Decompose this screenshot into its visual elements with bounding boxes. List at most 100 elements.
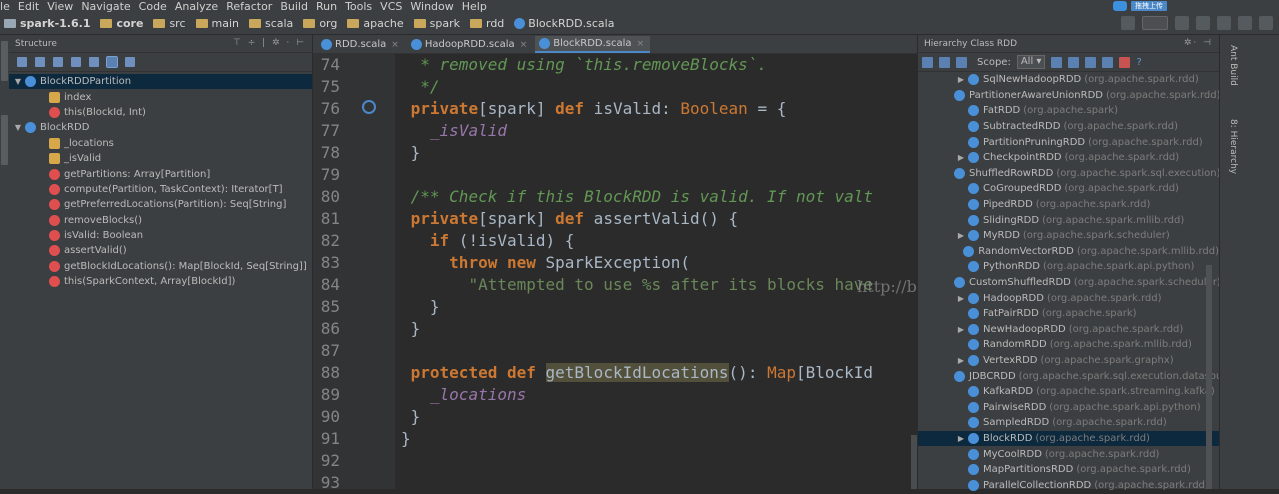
menu-ile[interactable]: ile xyxy=(0,0,10,13)
hierarchy-item[interactable]: ▶ NewHadoopRDD (org.apache.spark.rdd) xyxy=(918,322,1219,338)
close-tab-icon[interactable]: × xyxy=(637,39,645,49)
structure-item[interactable]: this(SparkContext, Array[BlockId]) xyxy=(9,274,312,289)
hierarchy-item[interactable]: FatRDD (org.apache.spark) xyxy=(918,103,1219,119)
menu-code[interactable]: Code xyxy=(139,0,167,13)
expand-arrow-icon[interactable]: ▶ xyxy=(954,434,968,443)
stop-icon[interactable] xyxy=(1217,16,1231,30)
breadcrumb-item[interactable]: core xyxy=(100,17,143,30)
filter-icon[interactable] xyxy=(35,57,45,67)
show-fields-icon[interactable] xyxy=(53,57,63,67)
breadcrumb-item[interactable]: spark xyxy=(413,17,460,30)
code-area[interactable]: 74 * removed using `this.removeBlocks`. 7… xyxy=(313,54,917,492)
hierarchy-item[interactable]: MyCoolRDD (org.apache.spark.rdd) xyxy=(918,446,1219,462)
hierarchy-item[interactable]: ParallelCollectionRDD (org.apache.spark.r… xyxy=(918,477,1219,493)
build-icon[interactable] xyxy=(1121,16,1135,30)
hierarchy-tab[interactable]: 8: Hierarchy xyxy=(1224,119,1238,174)
ant-build-tab[interactable]: Ant Build xyxy=(1224,45,1238,86)
close-tab-icon[interactable]: × xyxy=(391,40,399,50)
tab-hadooprdd-scala[interactable]: HadoopRDD.scala × xyxy=(406,36,534,53)
hierarchy-item[interactable]: SubtractedRDD (org.apache.spark.rdd) xyxy=(918,119,1219,135)
refresh-icon[interactable] xyxy=(1051,56,1063,68)
hierarchy-item[interactable]: PairwiseRDD (org.apache.spark.api.python) xyxy=(918,399,1219,415)
breadcrumb-item[interactable]: rdd xyxy=(469,17,504,30)
hierarchy-item[interactable]: ▶ CheckpointRDD (org.apache.spark.rdd) xyxy=(918,150,1219,166)
structure-item[interactable]: assertValid() xyxy=(9,243,312,258)
menu-refactor[interactable]: Refactor xyxy=(226,0,272,13)
menu-navigate[interactable]: Navigate xyxy=(81,0,130,13)
hierarchy-item[interactable]: CustomShuffledRDD (org.apache.spark.sched… xyxy=(918,275,1219,291)
hierarchy-item[interactable]: PartitionPruningRDD (org.apache.spark.rdd… xyxy=(918,134,1219,150)
menu-window[interactable]: Window xyxy=(410,0,453,13)
export-icon[interactable] xyxy=(1068,56,1080,68)
sort-alpha-icon[interactable] xyxy=(17,57,27,67)
help-icon[interactable]: ? xyxy=(1136,57,1141,68)
menu-edit[interactable]: Edit xyxy=(18,0,39,13)
breadcrumb-item[interactable]: spark-1.6.1 xyxy=(4,17,90,30)
structure-item[interactable]: ▼ BlockRDDPartition xyxy=(9,74,312,90)
supertypes-icon[interactable] xyxy=(939,56,950,68)
menu-run[interactable]: Run xyxy=(316,0,337,13)
panel-controls-icon[interactable]: ⊤ ÷ | ✲ · ⊢ xyxy=(233,38,306,48)
menu-tools[interactable]: Tools xyxy=(345,0,372,13)
expand-arrow-icon[interactable]: ▶ xyxy=(954,294,968,303)
type-hierarchy-icon[interactable] xyxy=(922,56,933,68)
close-icon[interactable] xyxy=(1119,56,1131,68)
hierarchy-item[interactable]: ▶ HadoopRDD (org.apache.spark.rdd) xyxy=(918,290,1219,306)
structure-item[interactable]: index xyxy=(9,89,312,104)
expand-arrow-icon[interactable]: ▶ xyxy=(954,325,968,334)
hierarchy-item[interactable]: RandomRDD (org.apache.spark.mllib.rdd) xyxy=(918,337,1219,353)
structure-item[interactable]: getPreferredLocations(Partition): Seq[St… xyxy=(9,197,312,212)
upload-widget[interactable]: 拖拽上传 xyxy=(1113,0,1167,12)
search-icon[interactable] xyxy=(1259,16,1273,30)
expand-arrow-icon[interactable]: ▶ xyxy=(954,153,968,162)
structure-item[interactable]: getBlockIdLocations(): Map[BlockId, Seq[… xyxy=(9,259,312,274)
hierarchy-item[interactable]: CoGroupedRDD (org.apache.spark.rdd) xyxy=(918,181,1219,197)
breadcrumb-item[interactable]: org xyxy=(303,17,337,30)
structure-item[interactable]: getPartitions: Array[Partition] xyxy=(9,166,312,181)
breadcrumb-item[interactable]: scala xyxy=(248,17,293,30)
hierarchy-item[interactable]: ▶ BlockRDD (org.apache.spark.rdd) xyxy=(918,430,1219,447)
hierarchy-scrollbar[interactable] xyxy=(1206,265,1212,489)
run-config-dropdown[interactable] xyxy=(1142,16,1168,30)
hierarchy-item[interactable]: PythonRDD (org.apache.spark.api.python) xyxy=(918,259,1219,275)
hierarchy-item[interactable]: PipedRDD (org.apache.spark.rdd) xyxy=(918,197,1219,213)
hierarchy-item[interactable]: PartitionerAwareUnionRDD (org.apache.spar… xyxy=(918,88,1219,104)
menu-build[interactable]: Build xyxy=(280,0,308,13)
debug-icon[interactable] xyxy=(1196,16,1210,30)
expand-arrow-icon[interactable]: ▶ xyxy=(954,231,968,240)
project-structure-icon[interactable] xyxy=(1238,16,1252,30)
hierarchy-item[interactable]: KafkaRDD (org.apache.spark.streaming.kafk… xyxy=(918,384,1219,400)
structure-item[interactable]: removeBlocks() xyxy=(9,213,312,228)
hierarchy-item[interactable]: ▶ SqlNewHadoopRDD (org.apache.spark.rdd) xyxy=(918,72,1219,88)
collapse-all-icon[interactable] xyxy=(89,57,99,67)
scope-select[interactable]: All ▾ xyxy=(1016,55,1046,69)
tab-blockrdd-scala[interactable]: BlockRDD.scala × xyxy=(535,36,651,53)
autoscroll-icon[interactable] xyxy=(106,56,118,68)
structure-item[interactable]: _locations xyxy=(9,136,312,151)
panel-controls-icon[interactable]: ✲· ⊣ xyxy=(1184,38,1213,48)
menu-analyze[interactable]: Analyze xyxy=(175,0,218,13)
hierarchy-item[interactable]: RandomVectorRDD (org.apache.spark.mllib.r… xyxy=(918,244,1219,260)
hierarchy-item[interactable]: SlidingRDD (org.apache.spark.mllib.rdd) xyxy=(918,212,1219,228)
upload-button[interactable]: 拖拽上传 xyxy=(1131,1,1167,11)
expand-all-icon[interactable] xyxy=(1085,56,1097,68)
expand-arrow-icon[interactable]: ▼ xyxy=(11,123,25,132)
structure-item[interactable]: _isValid xyxy=(9,151,312,166)
override-gutter-icon[interactable] xyxy=(362,100,376,114)
menu-view[interactable]: View xyxy=(47,0,73,13)
breadcrumb-item[interactable]: src xyxy=(153,17,186,30)
hierarchy-item[interactable]: SampledRDD (org.apache.spark.rdd) xyxy=(918,415,1219,431)
structure-item[interactable]: compute(Partition, TaskContext): Iterato… xyxy=(9,182,312,197)
hierarchy-item[interactable]: MapPartitionsRDD (org.apache.spark.rdd) xyxy=(918,462,1219,478)
menu-vcs[interactable]: VCS xyxy=(380,0,402,13)
expand-arrow-icon[interactable]: ▼ xyxy=(11,77,25,86)
expand-all-icon[interactable] xyxy=(71,57,81,67)
menu-help[interactable]: Help xyxy=(462,0,487,13)
structure-tool-tab[interactable] xyxy=(1,115,8,165)
project-tool-tab[interactable] xyxy=(1,41,8,81)
expand-arrow-icon[interactable]: ▶ xyxy=(954,75,968,84)
hierarchy-item[interactable]: ShuffledRowRDD (org.apache.spark.sql.exec… xyxy=(918,166,1219,182)
run-icon[interactable] xyxy=(1175,16,1189,30)
structure-item[interactable]: this(BlockId, Int) xyxy=(9,105,312,120)
close-tab-icon[interactable]: × xyxy=(520,40,528,50)
